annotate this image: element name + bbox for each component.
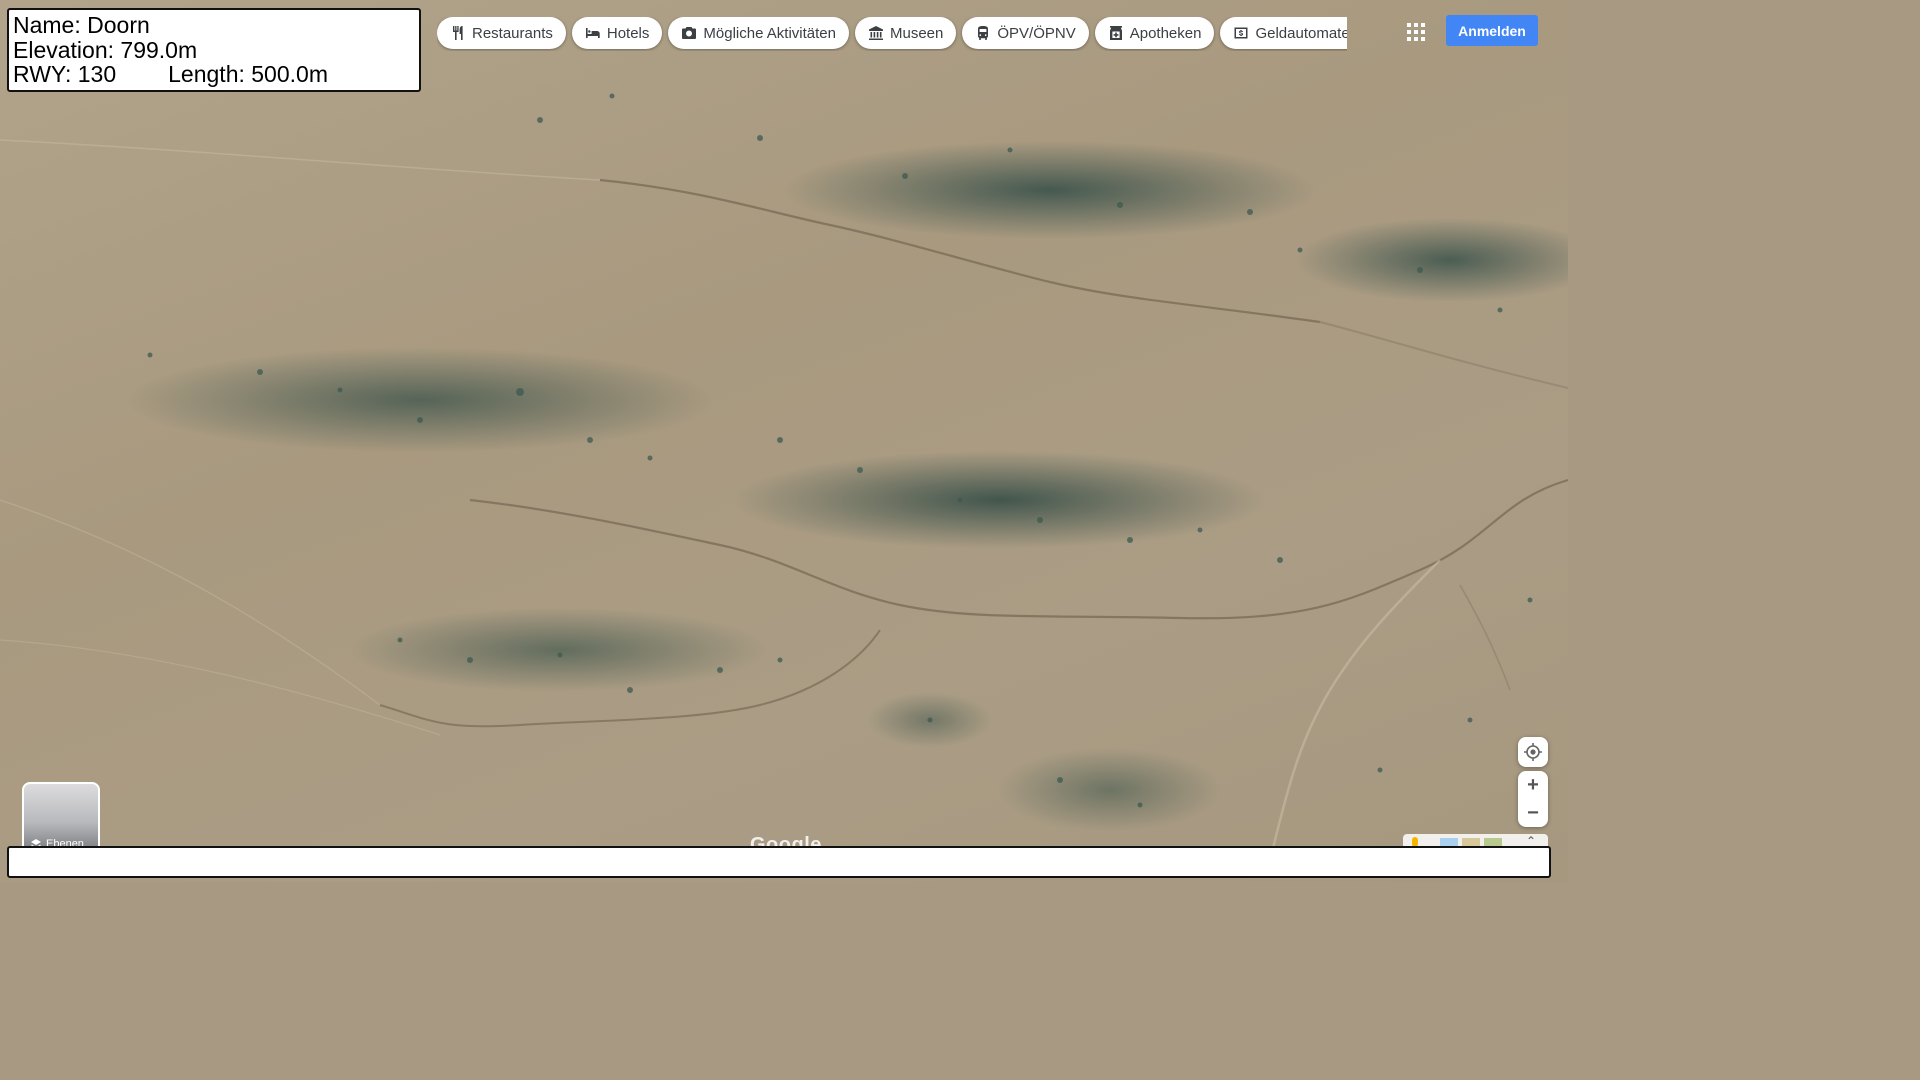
airfield-runway: RWY: 130 [13, 61, 117, 87]
chip-museums[interactable]: Museen [854, 17, 957, 49]
airfield-elevation: Elevation: 799.0m [13, 36, 198, 63]
chip-restaurants[interactable]: Restaurants [437, 17, 566, 49]
chip-transit[interactable]: ÖPV/ÖPNV [962, 17, 1089, 49]
satellite-map[interactable] [0, 0, 1568, 882]
terrain-features [0, 93, 1568, 861]
zoom-out-button[interactable]: − [1518, 799, 1548, 827]
chip-label: Hotels [606, 24, 650, 42]
my-location-icon [1524, 743, 1542, 761]
zoom-in-button[interactable]: + [1518, 771, 1548, 799]
pharmacy-icon [1109, 26, 1122, 40]
chip-activities[interactable]: Mögliche Aktivitäten [668, 17, 849, 49]
chip-label: Restaurants [472, 24, 553, 42]
chip-atms[interactable]: Geldautomaten [1220, 17, 1347, 49]
bed-icon [585, 28, 600, 38]
apps-grid-icon[interactable] [1404, 20, 1428, 44]
chip-label: Museen [889, 24, 944, 42]
camera-icon [682, 27, 697, 39]
chip-label: ÖPV/ÖPNV [997, 24, 1076, 42]
airfield-info-panel: Name: Doorn Elevation: 799.0m RWY: 130 Le… [7, 8, 421, 92]
transit-icon [978, 26, 989, 40]
my-location-button[interactable] [1518, 737, 1548, 767]
museum-icon [868, 26, 883, 40]
category-chips: Restaurants Hotels Mögliche Aktivitäten … [437, 17, 1347, 51]
chip-label: Mögliche Aktivitäten [703, 24, 836, 42]
layers-button[interactable]: Ebenen [22, 782, 100, 854]
chip-label: Apotheken [1129, 24, 1202, 42]
signin-button[interactable]: Anmelden [1446, 15, 1538, 46]
bottom-status-bar [7, 846, 1551, 878]
chip-label: Geldautomaten [1255, 24, 1347, 42]
atm-icon [1234, 27, 1248, 39]
fork-knife-icon [453, 26, 463, 40]
airfield-runway-row: RWY: 130 Length: 500.0m [13, 62, 415, 87]
chip-hotels[interactable]: Hotels [571, 17, 663, 49]
airfield-name: Name: Doorn [13, 12, 150, 38]
zoom-control: + − [1518, 771, 1548, 827]
chip-pharmacies[interactable]: Apotheken [1094, 17, 1215, 49]
airfield-runway-length: Length: 500.0m [168, 61, 328, 87]
